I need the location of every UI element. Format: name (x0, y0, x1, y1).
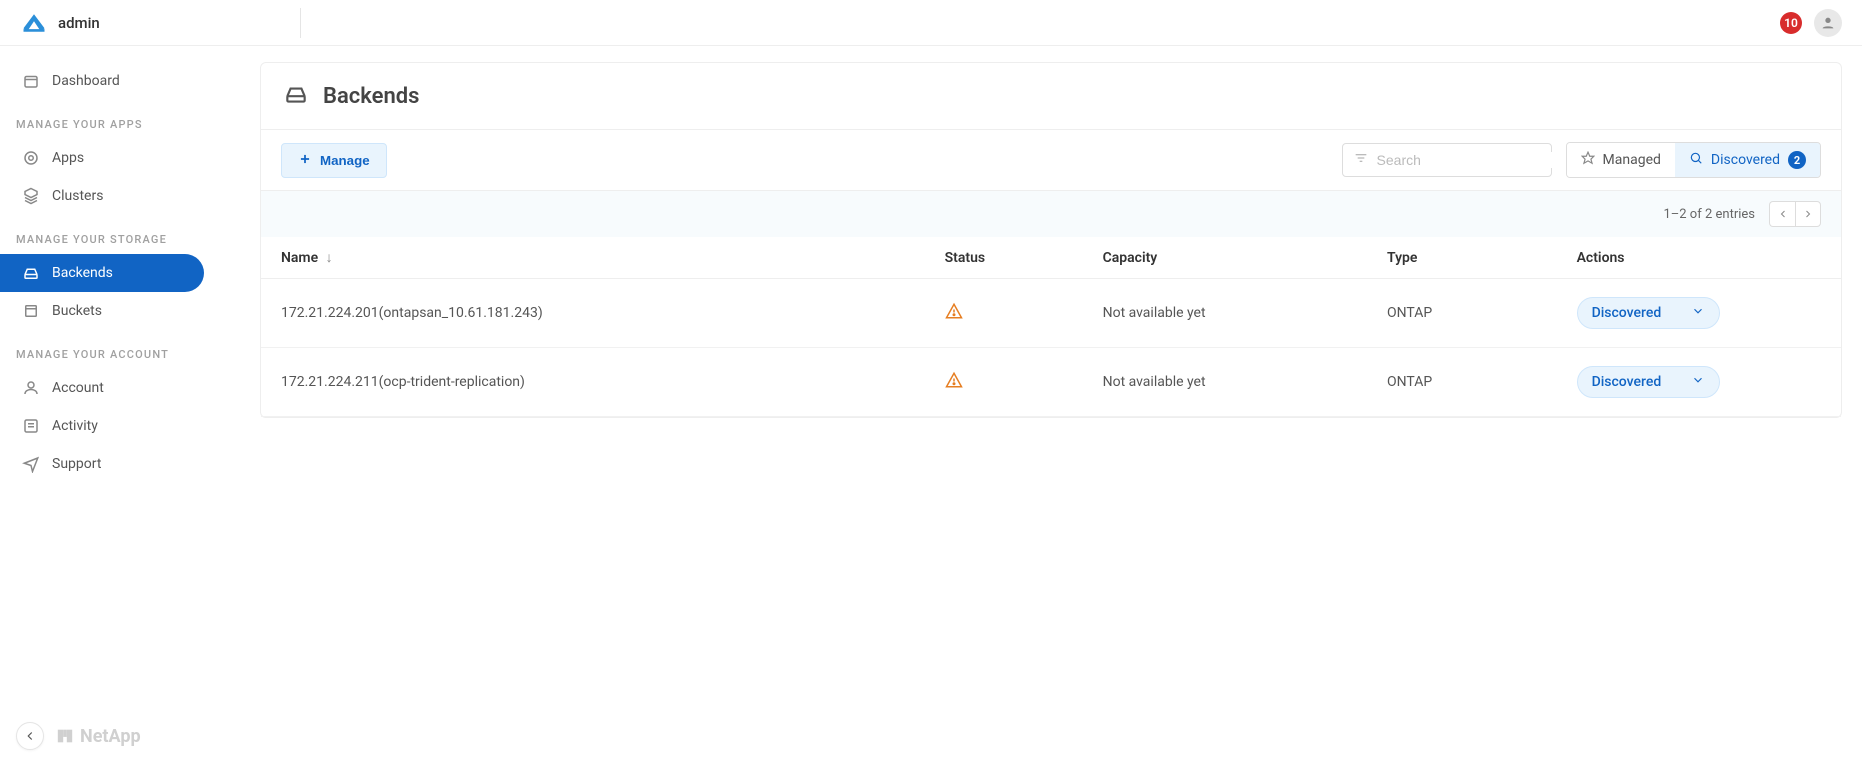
sidebar-item-label: Activity (52, 418, 98, 434)
cell-capacity: Not available yet (1083, 348, 1367, 417)
current-user: admin (58, 14, 100, 32)
sidebar-item-support[interactable]: Support (0, 445, 204, 483)
topbar-divider (300, 8, 301, 38)
chevron-down-icon (1691, 373, 1705, 391)
manage-button[interactable]: Manage (281, 143, 387, 178)
page-next-button[interactable] (1795, 201, 1821, 227)
seg-discovered-label: Discovered (1711, 152, 1780, 168)
action-label: Discovered (1592, 374, 1662, 390)
discovered-count-badge: 2 (1788, 151, 1806, 169)
sidebar-section-storage: MANAGE YOUR STORAGE (0, 215, 240, 254)
col-type[interactable]: Type (1367, 237, 1557, 279)
sidebar-item-label: Buckets (52, 303, 102, 319)
plus-icon (298, 152, 312, 169)
topbar: admin 10 (0, 0, 1862, 46)
backends-header-icon (283, 81, 309, 111)
action-dropdown[interactable]: Discovered (1577, 297, 1721, 329)
clusters-icon (22, 187, 40, 205)
sidebar-item-backends[interactable]: Backends (0, 254, 204, 292)
table-header-row: Name ↓ Status Capacity Type Actions (261, 237, 1841, 279)
sidebar-item-label: Account (52, 380, 104, 396)
notifications-badge[interactable]: 10 (1780, 12, 1802, 34)
sidebar-footer: NetApp (0, 708, 240, 764)
cell-name: 172.21.224.201(ontapsan_10.61.181.243) (261, 279, 925, 348)
account-icon (22, 379, 40, 397)
backends-icon (22, 264, 40, 282)
topbar-left: admin (20, 8, 301, 38)
sidebar-item-clusters[interactable]: Clusters (0, 177, 204, 215)
main: Backends Manage (240, 46, 1862, 764)
apps-icon (22, 149, 40, 167)
topbar-right: 10 (1780, 9, 1842, 37)
search-box[interactable] (1342, 143, 1552, 177)
cell-type: ONTAP (1367, 348, 1557, 417)
cell-actions: Discovered (1557, 279, 1841, 348)
panel-header: Backends (261, 63, 1841, 129)
page-title: Backends (323, 84, 419, 109)
sidebar-item-buckets[interactable]: Buckets (0, 292, 204, 330)
backends-table: Name ↓ Status Capacity Type Actions 172.… (261, 237, 1841, 417)
buckets-icon (22, 302, 40, 320)
sidebar-item-label: Support (52, 456, 101, 472)
sidebar-item-dashboard[interactable]: Dashboard (0, 62, 204, 100)
cell-type: ONTAP (1367, 279, 1557, 348)
activity-icon (22, 417, 40, 435)
search-icon (1689, 151, 1703, 169)
seg-managed[interactable]: Managed (1567, 143, 1675, 177)
sidebar-section-account: MANAGE YOUR ACCOUNT (0, 330, 240, 369)
page-prev-button[interactable] (1769, 201, 1795, 227)
sort-arrow-icon: ↓ (326, 250, 333, 266)
toolbar-right: Managed Discovered 2 (1342, 142, 1821, 178)
pagination-row: 1–2 of 2 entries (261, 190, 1841, 237)
filter-segment: Managed Discovered 2 (1566, 142, 1821, 178)
action-dropdown[interactable]: Discovered (1577, 366, 1721, 398)
filter-icon (1353, 150, 1369, 170)
col-name-label: Name (281, 250, 318, 266)
action-label: Discovered (1592, 305, 1662, 321)
app-logo-icon (20, 9, 48, 37)
cell-name: 172.21.224.211(ocp-trident-replication) (261, 348, 925, 417)
table-row[interactable]: 172.21.224.211(ocp-trident-replication) … (261, 348, 1841, 417)
toolbar-left: Manage (281, 143, 387, 178)
manage-button-label: Manage (320, 153, 370, 168)
sidebar-item-apps[interactable]: Apps (0, 139, 204, 177)
layout: Dashboard MANAGE YOUR APPS Apps Clusters… (0, 46, 1862, 764)
cell-status (925, 279, 1083, 348)
sidebar-item-activity[interactable]: Activity (0, 407, 204, 445)
cell-status (925, 348, 1083, 417)
col-capacity[interactable]: Capacity (1083, 237, 1367, 279)
support-icon (22, 455, 40, 473)
toolbar: Manage Man (261, 129, 1841, 190)
seg-managed-label: Managed (1603, 152, 1661, 168)
seg-discovered[interactable]: Discovered 2 (1675, 143, 1820, 177)
pager (1769, 201, 1821, 227)
sidebar: Dashboard MANAGE YOUR APPS Apps Clusters… (0, 46, 240, 764)
chevron-down-icon (1691, 304, 1705, 322)
cell-capacity: Not available yet (1083, 279, 1367, 348)
search-input[interactable] (1377, 152, 1558, 168)
col-status[interactable]: Status (925, 237, 1083, 279)
warning-icon (945, 377, 963, 393)
col-actions[interactable]: Actions (1557, 237, 1841, 279)
sidebar-item-label: Clusters (52, 188, 103, 204)
collapse-sidebar-button[interactable] (16, 722, 44, 750)
sidebar-item-label: Dashboard (52, 73, 120, 89)
backends-panel: Backends Manage (260, 62, 1842, 418)
warning-icon (945, 308, 963, 324)
cell-actions: Discovered (1557, 348, 1841, 417)
vendor-name: NetApp (80, 726, 141, 747)
user-avatar[interactable] (1814, 9, 1842, 37)
sidebar-section-apps: MANAGE YOUR APPS (0, 100, 240, 139)
sidebar-item-label: Backends (52, 265, 113, 281)
star-icon (1581, 151, 1595, 169)
col-name[interactable]: Name ↓ (261, 237, 925, 279)
dashboard-icon (22, 72, 40, 90)
sidebar-item-label: Apps (52, 150, 84, 166)
vendor-logo: NetApp (56, 726, 141, 747)
pagination-text: 1–2 of 2 entries (1663, 207, 1755, 222)
sidebar-item-account[interactable]: Account (0, 369, 204, 407)
table-row[interactable]: 172.21.224.201(ontapsan_10.61.181.243) N… (261, 279, 1841, 348)
